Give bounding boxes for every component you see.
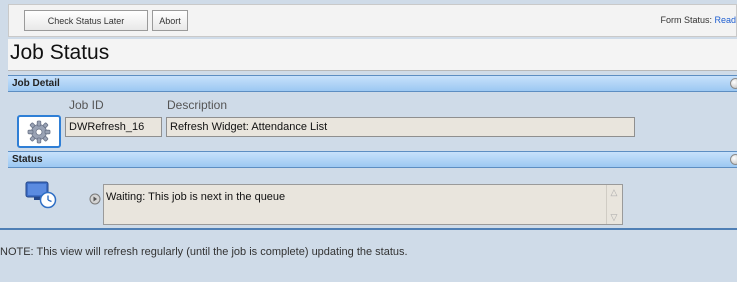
collapse-job-detail-icon[interactable] (730, 78, 737, 89)
gear-icon (17, 115, 61, 148)
status-header-label: Status (12, 154, 43, 165)
scroll-down-icon[interactable]: ▽ (609, 211, 619, 223)
toolbar: Check Status Later Abort Form Status: Re… (8, 4, 737, 37)
monitor-clock-icon (25, 181, 61, 209)
divider (0, 228, 737, 230)
abort-button[interactable]: Abort (152, 10, 188, 31)
status-message-box[interactable]: Waiting: This job is next in the queue △… (103, 184, 623, 225)
status-header: Status (8, 151, 737, 168)
status-message: Waiting: This job is next in the queue (106, 191, 286, 203)
page-title: Job Status (10, 41, 110, 64)
status-scrollbar[interactable]: △ ▽ (606, 185, 622, 224)
refresh-note: NOTE: This view will refresh regularly (… (0, 246, 408, 258)
job-id-label: Job ID (69, 98, 104, 112)
job-detail-header: Job Detail (8, 75, 737, 92)
description-field[interactable]: Refresh Widget: Attendance List (166, 117, 635, 137)
job-id-field[interactable]: DWRefresh_16 (65, 117, 162, 137)
description-label: Description (167, 98, 228, 112)
check-status-later-button[interactable]: Check Status Later (24, 10, 148, 31)
scroll-up-icon[interactable]: △ (609, 186, 619, 198)
form-status-label: Form Status: (660, 15, 712, 25)
status-bullet-icon (89, 193, 101, 205)
job-detail-header-label: Job Detail (12, 78, 60, 89)
form-status-value[interactable]: Read (714, 15, 736, 25)
collapse-status-icon[interactable] (730, 154, 737, 165)
title-bar: Job Status (8, 39, 737, 71)
form-status: Form Status: Read (660, 15, 736, 25)
